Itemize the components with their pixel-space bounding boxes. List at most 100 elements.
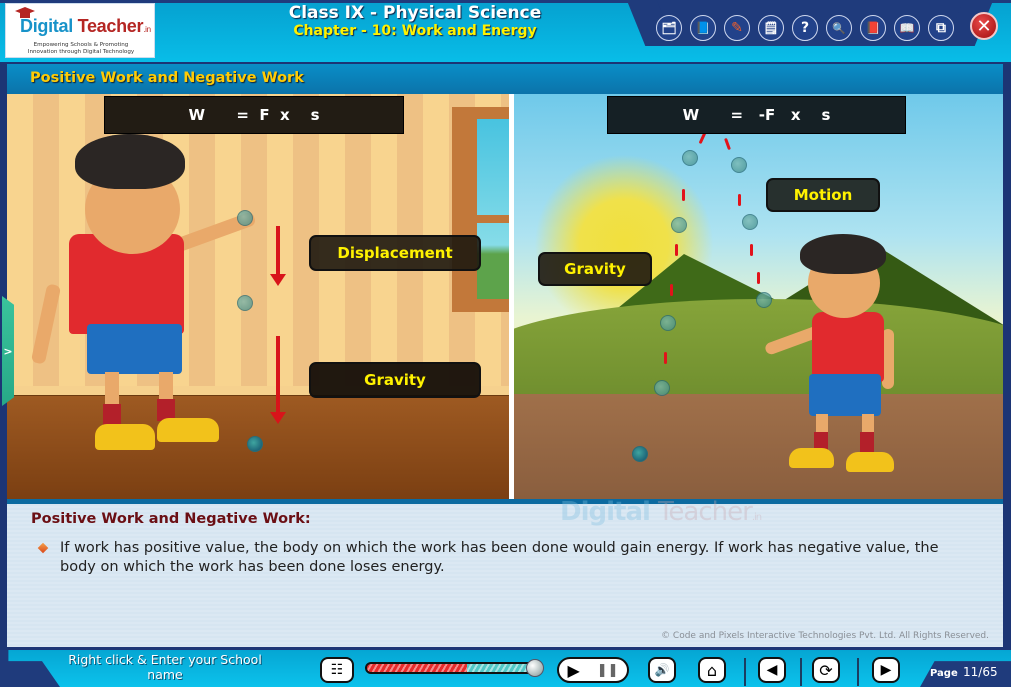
- progress-knob[interactable]: [526, 659, 544, 677]
- ball-down-4: [654, 380, 670, 396]
- path-arrow: [670, 284, 673, 296]
- boy-shorts: [809, 374, 881, 416]
- toolbar: 🗂 📘 ✎ 🗒 ? 🔍 📕 📖 ⧉: [656, 15, 954, 41]
- path-arrow: [675, 244, 678, 256]
- boy-shoe-right: [846, 452, 894, 472]
- red-book-button[interactable]: 📕: [860, 15, 886, 41]
- open-book-icon: 📖: [899, 21, 915, 35]
- logo-brand-teacher: Teacher: [77, 16, 144, 36]
- ball-on-ground: [632, 446, 648, 462]
- footer-separator: [857, 658, 859, 686]
- pause-icon[interactable]: ❚❚: [597, 663, 619, 678]
- ball-position-2: [237, 295, 253, 311]
- progress-remaining: [466, 664, 533, 672]
- boy-hair: [75, 134, 185, 189]
- help-icon: ?: [800, 20, 810, 36]
- footer-separator: [744, 658, 746, 686]
- displacement-label: Displacement: [309, 235, 481, 271]
- reload-button[interactable]: ⟳: [812, 657, 840, 683]
- logo-brand-suffix: .in: [143, 25, 151, 34]
- digital-teacher-logo: Digital Teacher.in Empowering Schools & …: [5, 3, 155, 58]
- book-icon: 📘: [695, 21, 711, 35]
- help-button[interactable]: ?: [792, 15, 818, 41]
- boy-sock-left: [103, 404, 121, 426]
- notepad-button[interactable]: 🗒: [758, 15, 784, 41]
- motion-label: Motion: [766, 178, 880, 212]
- logo-brand-digital: Digital: [20, 16, 73, 36]
- progress-fill: [367, 664, 467, 672]
- play-icon[interactable]: ▶: [567, 661, 579, 680]
- ball-up-3: [731, 157, 747, 173]
- window-pane: [477, 119, 509, 299]
- path-arrow: [664, 352, 667, 364]
- folder-clock-icon: 🗂: [661, 21, 677, 35]
- reload-icon: ⟳: [819, 660, 833, 680]
- window-frame-bar: [472, 215, 509, 223]
- watermark-digital: Digital: [560, 497, 651, 527]
- negative-work-illustration: [514, 94, 1003, 499]
- progress-bar[interactable]: [365, 662, 535, 674]
- logo-tagline-2: Innovation through Digital Technology: [27, 49, 135, 55]
- copyright-text: © Code and Pixels Interactive Technologi…: [661, 631, 989, 641]
- boy-shorts: [87, 324, 182, 374]
- boy-sock-right: [860, 432, 874, 452]
- school-name-field[interactable]: Right click & Enter your School name: [50, 652, 280, 682]
- logo-brand: Digital Teacher.in: [20, 16, 151, 37]
- open-book-button[interactable]: 📖: [894, 15, 920, 41]
- drawing-board-button[interactable]: ✎: [724, 15, 750, 41]
- home-icon: ⌂: [706, 660, 718, 680]
- boy-shoe-left: [95, 424, 155, 450]
- chevron-right-icon: >: [3, 344, 13, 358]
- sound-button[interactable]: 🔊: [648, 657, 676, 683]
- ball-down-2: [671, 217, 687, 233]
- path-arrow: [682, 189, 685, 201]
- positive-work-formula: W = F x s: [104, 96, 404, 134]
- close-button[interactable]: ✕: [970, 12, 998, 40]
- menu-button[interactable]: ☷: [320, 657, 354, 683]
- play-pause-button[interactable]: ▶ ❚❚: [557, 657, 629, 683]
- path-arrow: [738, 194, 741, 206]
- side-panel-toggle[interactable]: >: [2, 296, 14, 406]
- boy-hair: [800, 234, 886, 274]
- downward-arrow-gravity: [270, 336, 286, 424]
- watermark: Digital Teacher.in: [560, 497, 762, 527]
- zoom-button[interactable]: 🔍: [826, 15, 852, 41]
- ball-on-floor: [247, 436, 263, 452]
- folder-clock-button[interactable]: 🗂: [656, 15, 682, 41]
- drawing-board-icon: ✎: [731, 20, 743, 36]
- window-resize-icon: ⧉: [936, 20, 946, 36]
- home-button[interactable]: ⌂: [698, 657, 726, 683]
- red-book-icon: 📕: [865, 21, 881, 35]
- gravity-label-left: Gravity: [309, 362, 481, 398]
- slide-title: Positive Work and Negative Work: [30, 70, 304, 86]
- window-resize-button[interactable]: ⧉: [928, 15, 954, 41]
- watermark-suffix: .in: [751, 512, 762, 523]
- ball-down-1: [682, 150, 698, 166]
- watermark-teacher: Teacher: [657, 497, 753, 527]
- course-title: Class IX - Physical Science: [288, 3, 542, 23]
- page-number: 11/65: [963, 665, 998, 679]
- zoom-magnifier-icon: 🔍: [832, 21, 846, 35]
- next-page-button[interactable]: ▶: [872, 657, 900, 683]
- ball-up-2: [742, 214, 758, 230]
- book-button[interactable]: 📘: [690, 15, 716, 41]
- next-icon: ▶: [880, 662, 892, 678]
- negative-work-formula: W = -F x s: [607, 96, 906, 134]
- previous-icon: ◀: [766, 662, 778, 678]
- path-arrow: [724, 137, 731, 151]
- positive-work-illustration: [7, 94, 509, 499]
- panel-heading: Positive Work and Negative Work:: [31, 511, 311, 527]
- boy-arm-left: [30, 283, 62, 365]
- boy-shoe-left: [789, 448, 834, 468]
- ball-up-1: [756, 292, 772, 308]
- chapter-title: Chapter - 10: Work and Energy: [293, 23, 537, 39]
- close-icon: ✕: [976, 15, 992, 37]
- previous-page-button[interactable]: ◀: [758, 657, 786, 683]
- path-arrow: [750, 244, 753, 256]
- boy-shoe-right: [157, 418, 219, 442]
- notepad-icon: 🗒: [763, 21, 779, 35]
- footer-separator: [800, 658, 802, 686]
- ball-position-1: [237, 210, 253, 226]
- dirt-ground: [514, 394, 1003, 499]
- gravity-label-right: Gravity: [538, 252, 652, 286]
